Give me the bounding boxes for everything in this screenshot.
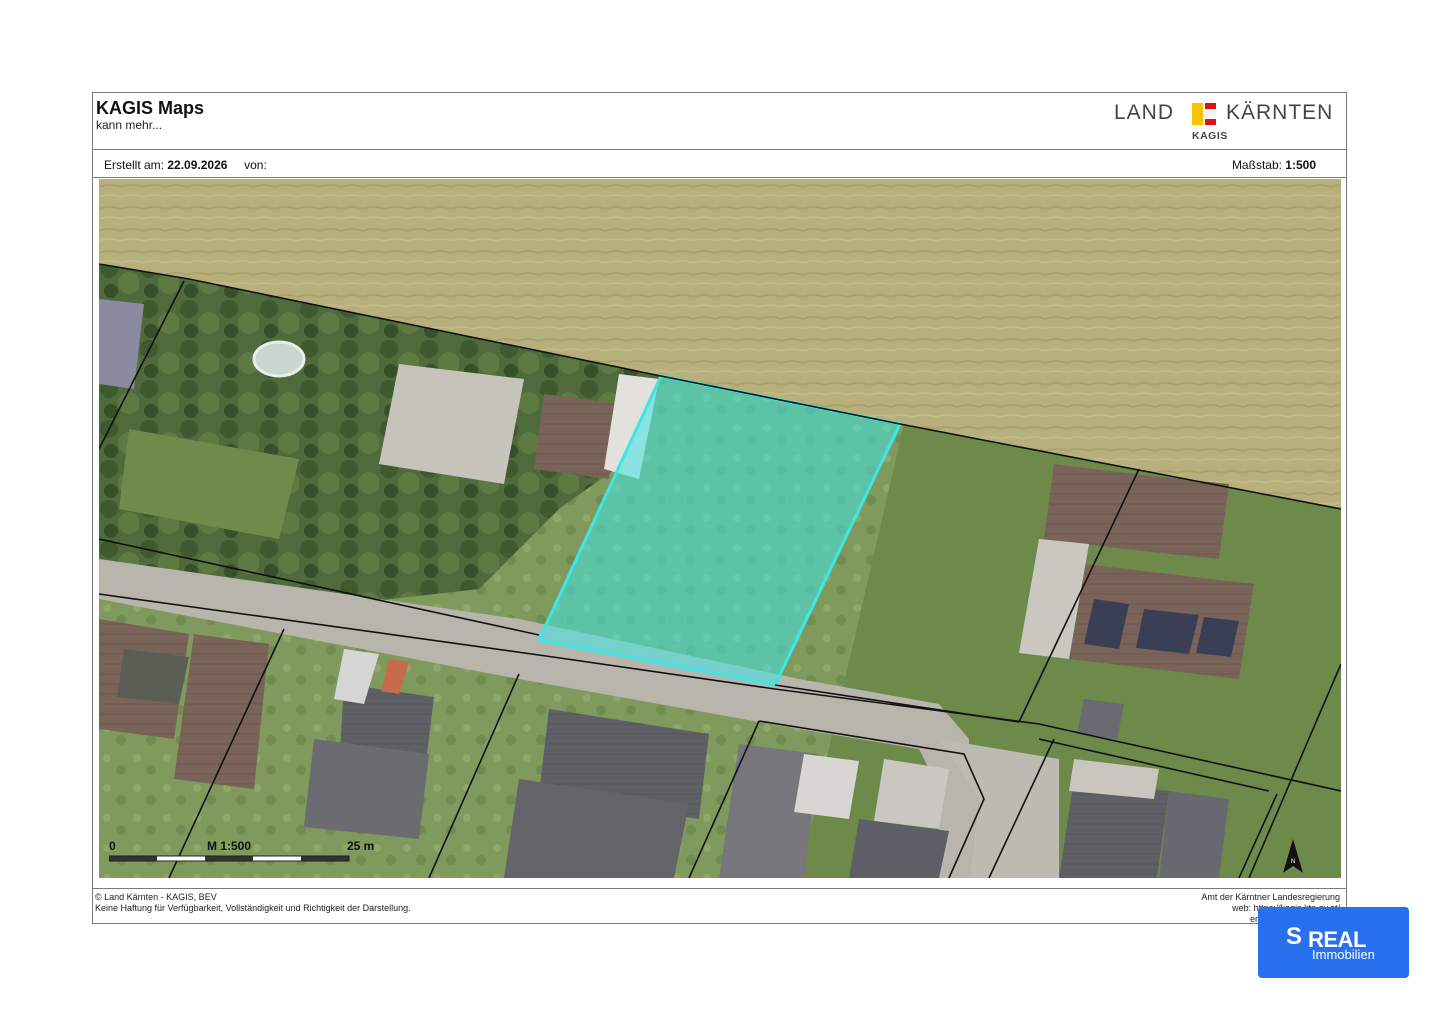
sreal-immobilien-badge: S REAL Immobilien <box>1258 907 1409 978</box>
print-header: KAGIS Maps kann mehr... LAND KÄRNTEN KAG… <box>93 93 1346 150</box>
scale-label: Maßstab: <box>1231 158 1282 172</box>
land-kaernten-logo: LAND KÄRNTEN KAGIS <box>1114 101 1334 146</box>
scale-info: Maßstab: 1:500 <box>1232 158 1316 172</box>
north-arrow-icon: N <box>1283 839 1303 873</box>
scalebar-end: 25 m <box>347 839 375 853</box>
logo-word-land: LAND <box>1114 101 1175 124</box>
logo-sub-kagis: KAGIS <box>1192 130 1228 142</box>
scalebar-middle: M 1:500 <box>207 839 252 853</box>
print-footer: © Land Kärnten - KAGIS, BEV Keine Haftun… <box>93 888 1346 924</box>
sparkasse-s-icon: S <box>1286 923 1303 950</box>
info-bar: Erstellt am: 22.09.2026 von: Maßstab: 1:… <box>93 150 1346 178</box>
scale-bar: 0 M 1:500 25 m <box>109 839 379 869</box>
scalebar-graphic <box>109 855 350 862</box>
created-label: Erstellt am: <box>104 158 165 172</box>
aerial-map <box>99 179 1341 878</box>
map-print-sheet: KAGIS Maps kann mehr... LAND KÄRNTEN KAG… <box>92 92 1347 924</box>
north-label: N <box>1291 859 1295 865</box>
footer-left-line1: © Land Kärnten - KAGIS, BEV <box>95 892 217 902</box>
by-label: von: <box>244 158 267 172</box>
footer-right-line1: Amt der Kärntner Landesregierung <box>1201 892 1340 902</box>
logo-word-kaernten: KÄRNTEN <box>1226 101 1334 124</box>
footer-left-line2: Keine Haftung für Verfügbarkeit, Vollstä… <box>95 903 411 913</box>
scale-value: 1:500 <box>1285 158 1316 172</box>
scalebar-start: 0 <box>109 839 116 853</box>
footer-copyright: © Land Kärnten - KAGIS, BEV Keine Haftun… <box>95 892 411 914</box>
sreal-subtitle: Immobilien <box>1312 947 1375 962</box>
created-info: Erstellt am: 22.09.2026 von: <box>104 158 267 172</box>
map-view[interactable]: 0 M 1:500 25 m N <box>99 179 1341 878</box>
coat-of-arms-icon <box>1192 103 1216 125</box>
app-subtitle: kann mehr... <box>96 118 163 132</box>
app-title: KAGIS Maps <box>96 98 205 118</box>
created-date: 22.09.2026 <box>167 158 228 172</box>
